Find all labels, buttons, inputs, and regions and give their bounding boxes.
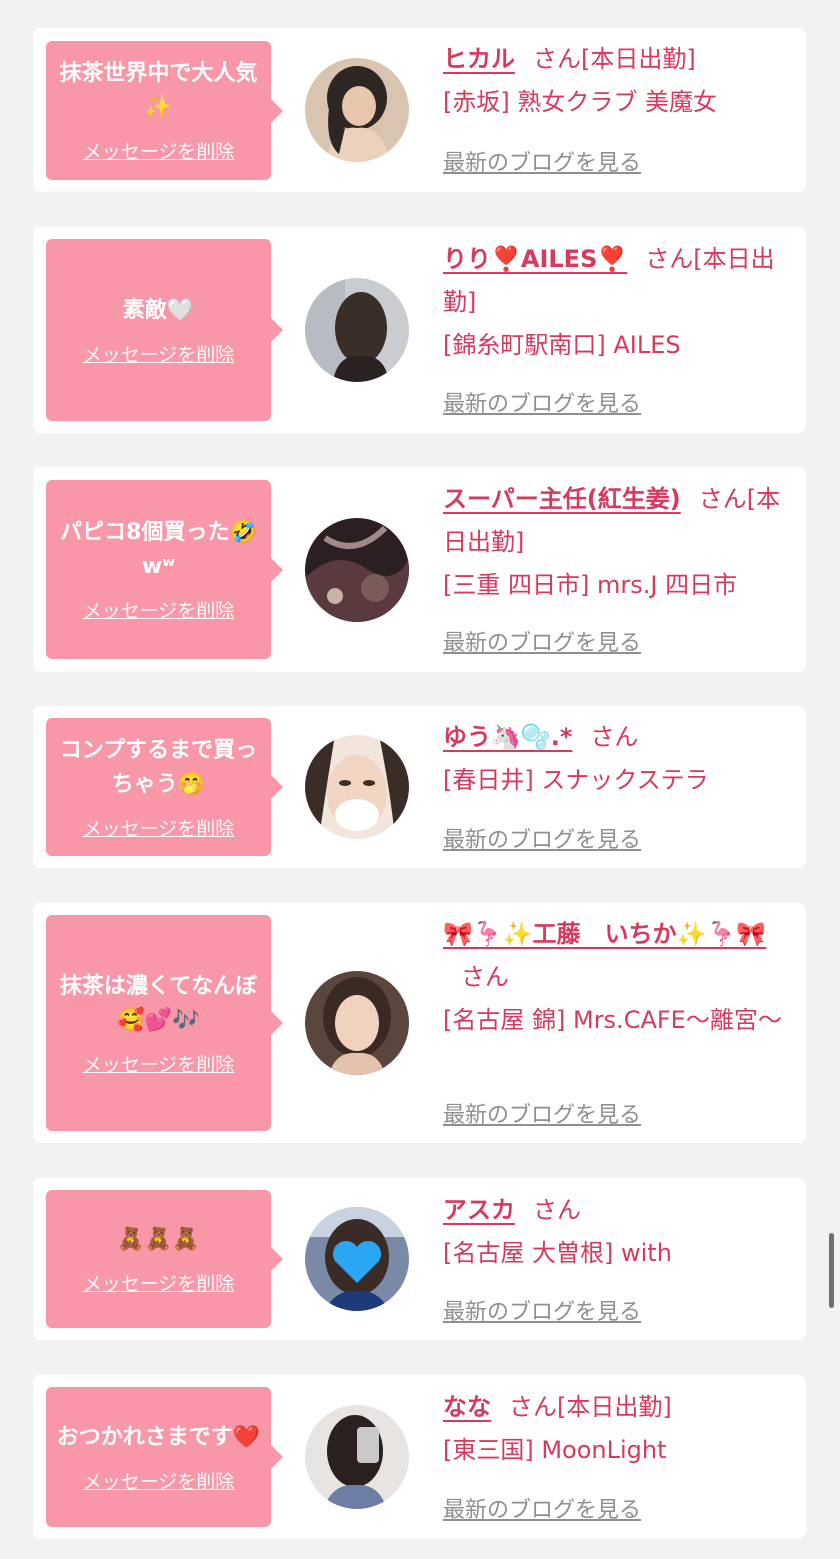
- cast-info: スーパー主任(紅生姜) さん[本日出勤] [三重 四日市] mrs.J 四日市: [443, 478, 788, 607]
- message-text: コンプするまで買っちゃう🤭: [59, 737, 258, 797]
- cast-info: ヒカル さん[本日出勤] [赤坂] 熟女クラブ 美魔女: [443, 38, 788, 124]
- cast-info: アスカ さん [名古屋 大曽根] with: [443, 1189, 788, 1275]
- cast-status: さん[本日出勤]: [533, 45, 696, 73]
- delete-message-link[interactable]: メッセージを削除: [83, 814, 235, 841]
- shop-name: [名古屋 大曽根] with: [443, 1239, 672, 1267]
- cast-info: りり❣️AILES❣️ さん[本日出勤] [錦糸町駅南口] AILES: [443, 238, 788, 367]
- delete-message-link[interactable]: メッセージを削除: [83, 1050, 235, 1077]
- delete-message-link[interactable]: メッセージを削除: [83, 1269, 235, 1296]
- cast-info: 🎀🦩✨工藤 いちか✨🦩🎀 さん [名古屋 錦] Mrs.CAFE～離宮～: [443, 913, 788, 1042]
- avatar[interactable]: [305, 58, 409, 162]
- blog-link[interactable]: 最新のブログを見る: [443, 1492, 641, 1524]
- cast-info: なな さん[本日出勤] [東三国] MoonLight: [443, 1386, 788, 1472]
- message-bubble: コンプするまで買っちゃう🤭 メッセージを削除: [46, 718, 283, 856]
- message-card: 素敵🤍 メッセージを削除 りり❣️AILES❣️ さん[本日出勤] [錦糸町駅南口…: [33, 227, 806, 433]
- message-bubble: 抹茶世界中で大人気✨ メッセージを削除: [46, 41, 283, 180]
- cast-name-link[interactable]: ゆう🦄🫧.*: [443, 723, 572, 751]
- message-bubble: パピコ8個買った🤣wʷ メッセージを削除: [46, 480, 283, 659]
- message-card: パピコ8個買った🤣wʷ メッセージを削除 スーパー主任(紅生姜) さん[本日出勤]…: [33, 467, 806, 672]
- blog-link[interactable]: 最新のブログを見る: [443, 822, 641, 854]
- cast-name-link[interactable]: アスカ: [443, 1196, 515, 1224]
- message-card: コンプするまで買っちゃう🤭 メッセージを削除 ゆう🦄🫧.* さん [春日井] スナ…: [33, 706, 806, 868]
- woman-smiling-photo-icon: [305, 971, 409, 1075]
- message-card: おつかれさまです❤️ メッセージを削除 なな さん[本日出勤] [東三国] Moo…: [33, 1375, 806, 1539]
- delete-message-link[interactable]: メッセージを削除: [83, 596, 235, 623]
- avatar[interactable]: [305, 971, 409, 1075]
- cast-status: さん: [533, 1196, 581, 1224]
- delete-message-link[interactable]: メッセージを削除: [83, 1467, 235, 1494]
- shop-name: [錦糸町駅南口] AILES: [443, 331, 681, 359]
- shop-name: [三重 四日市] mrs.J 四日市: [443, 571, 738, 599]
- cast-status: さん[本日出勤]: [509, 1393, 672, 1421]
- scrollbar[interactable]: [829, 1233, 834, 1308]
- cast-status: さん: [461, 963, 509, 991]
- avatar[interactable]: [305, 518, 409, 622]
- message-card: 抹茶は濃くてなんぼ🥰💕🎶 メッセージを削除 🎀🦩✨工藤 いちか✨🦩🎀 さん [名古…: [33, 903, 806, 1143]
- message-bubble: 🧸🧸🧸 メッセージを削除: [46, 1190, 283, 1328]
- shop-name: [東三国] MoonLight: [443, 1436, 667, 1464]
- avatar[interactable]: [305, 1207, 409, 1311]
- blog-link[interactable]: 最新のブログを見る: [443, 386, 641, 418]
- message-bubble: 素敵🤍 メッセージを削除: [46, 239, 283, 421]
- blog-link[interactable]: 最新のブログを見る: [443, 1097, 641, 1129]
- message-text: 抹茶世界中で大人気✨: [59, 61, 258, 120]
- shop-name: [名古屋 錦] Mrs.CAFE～離宮～: [443, 1006, 782, 1034]
- message-text: パピコ8個買った🤣wʷ: [60, 520, 257, 579]
- cast-status: さん: [590, 723, 639, 751]
- cast-info: ゆう🦄🫧.* さん [春日井] スナックステラ: [443, 716, 788, 802]
- message-card: 🧸🧸🧸 メッセージを削除 アスカ さん [名古屋 大曽根] with 最新のブログ…: [33, 1178, 806, 1340]
- cast-name-link[interactable]: ヒカル: [443, 45, 515, 73]
- cast-name-link[interactable]: りり❣️AILES❣️: [443, 245, 627, 273]
- message-text: 🧸🧸🧸: [117, 1226, 200, 1252]
- blog-link[interactable]: 最新のブログを見る: [443, 625, 641, 657]
- delete-message-link[interactable]: メッセージを削除: [83, 137, 235, 164]
- avatar[interactable]: [305, 1405, 409, 1509]
- woman-heart-covered-photo-icon: [305, 1207, 409, 1311]
- woman-mirror-selfie-photo-icon: [305, 1405, 409, 1509]
- shop-name: [赤坂] 熟女クラブ 美魔女: [443, 88, 717, 116]
- blog-link[interactable]: 最新のブログを見る: [443, 145, 641, 177]
- message-text: 素敵🤍: [122, 297, 195, 323]
- message-card: 抹茶世界中で大人気✨ メッセージを削除 ヒカル さん[本日出勤] [赤坂] 熟女ク…: [33, 28, 806, 192]
- woman-back-hair-photo-icon: [305, 278, 409, 382]
- dark-abstract-photo-icon: [305, 518, 409, 622]
- cast-name-link[interactable]: なな: [443, 1393, 491, 1421]
- message-text: おつかれさまです❤️: [56, 1424, 261, 1450]
- avatar[interactable]: [305, 735, 409, 839]
- shop-name: [春日井] スナックステラ: [443, 766, 709, 794]
- woman-face-blurred-photo-icon: [305, 735, 409, 839]
- blog-link[interactable]: 最新のブログを見る: [443, 1294, 641, 1326]
- message-bubble: おつかれさまです❤️ メッセージを削除: [46, 1387, 283, 1527]
- cast-name-link[interactable]: 🎀🦩✨工藤 いちか✨🦩🎀: [443, 920, 766, 948]
- avatar[interactable]: [305, 278, 409, 382]
- message-text: 抹茶は濃くてなんぼ🥰💕🎶: [59, 973, 258, 1033]
- cast-name-link[interactable]: スーパー主任(紅生姜): [443, 485, 681, 513]
- delete-message-link[interactable]: メッセージを削除: [83, 340, 235, 367]
- message-bubble: 抹茶は濃くてなんぼ🥰💕🎶 メッセージを削除: [46, 915, 283, 1131]
- woman-dark-hair-photo-icon: [305, 58, 409, 162]
